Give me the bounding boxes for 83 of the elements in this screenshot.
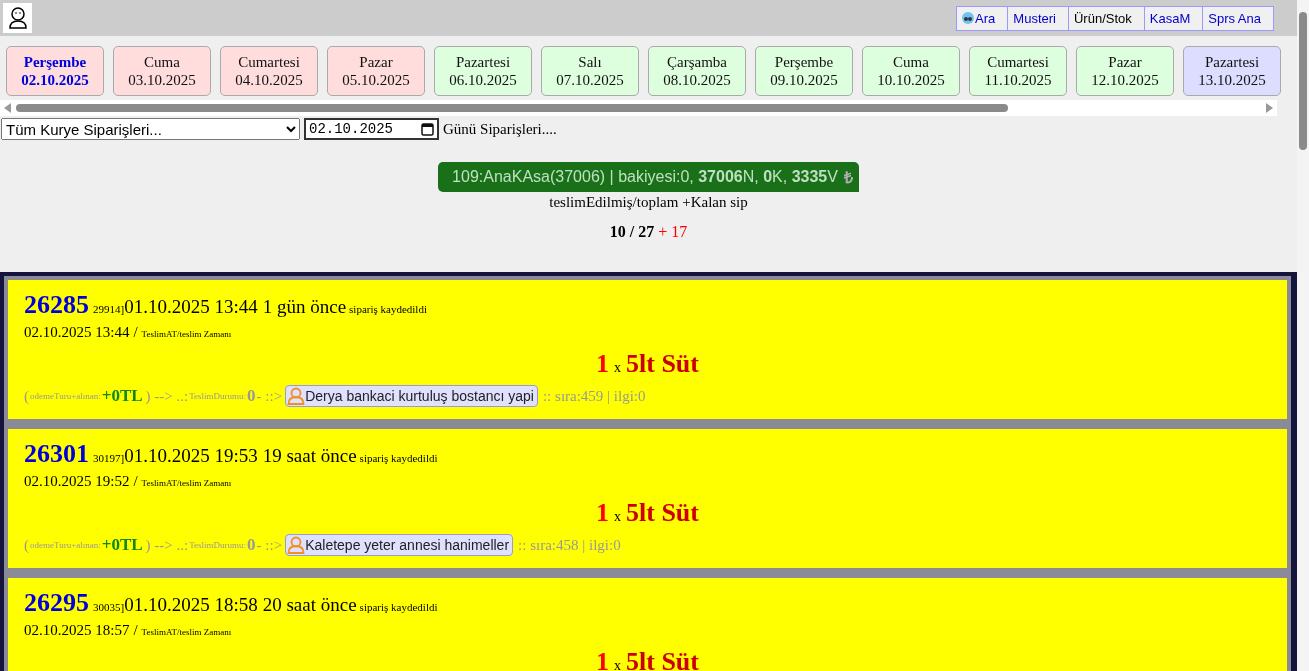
avatar-icon[interactable] bbox=[3, 3, 32, 33]
status-label: TeslimDurumu: bbox=[189, 391, 247, 401]
date-label: Günü Siparişleri.... bbox=[443, 120, 557, 138]
scroll-right-icon[interactable] bbox=[1265, 103, 1273, 113]
times-sign: x bbox=[614, 509, 621, 525]
delivery-separator: / bbox=[133, 473, 138, 490]
order-id[interactable]: 26295 bbox=[24, 588, 89, 618]
user-icon bbox=[287, 387, 306, 405]
day-tab[interactable]: Pazartesi 13.10.2025 bbox=[1183, 46, 1281, 96]
created-time: 01.10.2025 18:58 bbox=[124, 594, 258, 616]
order-note: sipariş kaydedildi bbox=[359, 452, 438, 464]
created-time: 01.10.2025 13:44 bbox=[124, 296, 258, 318]
quantity: 1 bbox=[596, 647, 609, 671]
time-ago: 1 gün önce bbox=[262, 296, 347, 318]
times-sign: x bbox=[614, 360, 621, 376]
delivery-time: 02.10.2025 13:44 bbox=[24, 324, 130, 341]
vertical-scrollbar[interactable] bbox=[1297, 0, 1309, 671]
payment-open: ( bbox=[24, 387, 29, 405]
payment-label: odemeTuru+alınan: bbox=[30, 391, 101, 401]
product-name: 5lt Süt bbox=[626, 647, 699, 671]
delivery-time: 02.10.2025 19:52 bbox=[24, 473, 130, 490]
day-tab[interactable]: Pazartesi 06.10.2025 bbox=[434, 46, 532, 96]
day-tab[interactable]: Cumartesi 11.10.2025 bbox=[969, 46, 1067, 96]
day-tab[interactable]: Perşembe 09.10.2025 bbox=[755, 46, 853, 96]
calendar-icon[interactable] bbox=[421, 122, 434, 136]
order-note: sipariş kaydedildi bbox=[359, 601, 438, 613]
delivery-separator: / bbox=[133, 622, 138, 639]
day-tab[interactable]: Pazar 05.10.2025 bbox=[327, 46, 425, 96]
quantity: 1 bbox=[596, 349, 609, 379]
user-icon bbox=[287, 536, 306, 554]
customer-link[interactable]: Derya bankaci kurtuluş bostancı yapi bbox=[285, 385, 538, 407]
order-ref: 30197] bbox=[93, 452, 125, 464]
times-sign: x bbox=[614, 658, 621, 671]
summary-caption: teslimEdilmiş/toplam +Kalan sip bbox=[549, 194, 748, 211]
day-tab[interactable]: Cumartesi 04.10.2025 bbox=[220, 46, 318, 96]
payment-amount: +0TL bbox=[101, 535, 143, 555]
balance-banner: 109:AnaKAsa(37006) | bakiyesi:0, 37006N, 0K, 3335V ₺ bbox=[438, 162, 859, 192]
order-id[interactable]: 26285 bbox=[24, 290, 89, 320]
nav-link[interactable]: Sprs Ana bbox=[1202, 6, 1273, 30]
scroll-left-icon[interactable] bbox=[4, 103, 12, 113]
product-name: 5lt Süt bbox=[626, 498, 699, 528]
delivery-separator: / bbox=[133, 324, 138, 341]
time-ago: 20 saat önce bbox=[262, 594, 357, 616]
payment-label: odemeTuru+alınan: bbox=[30, 540, 101, 550]
payment-arrow: ) --> ..: bbox=[145, 387, 189, 405]
courier-select[interactable]: Tüm Kurye Siparişleri... bbox=[1, 118, 300, 140]
status-separator: - ::> bbox=[256, 536, 283, 554]
status-separator: - ::> bbox=[256, 387, 283, 405]
horizontal-scrollbar[interactable] bbox=[0, 100, 1277, 116]
nav-link[interactable]: Ara bbox=[957, 6, 1008, 30]
day-tab[interactable]: Cuma 03.10.2025 bbox=[113, 46, 211, 96]
status-label: TeslimDurumu: bbox=[189, 540, 247, 550]
remaining-count: + 17 bbox=[658, 223, 688, 241]
quantity: 1 bbox=[596, 498, 609, 528]
delivery-label: TeslimAT/teslim Zamanı bbox=[141, 478, 232, 488]
delivery-label: TeslimAT/teslim Zamanı bbox=[141, 329, 232, 339]
payment-amount: +0TL bbox=[101, 386, 143, 406]
nav-link[interactable]: KasaM bbox=[1143, 6, 1203, 30]
delivery-status: 0 bbox=[247, 535, 256, 555]
payment-open: ( bbox=[24, 536, 29, 554]
day-tab[interactable]: Perşembe 02.10.2025 bbox=[6, 46, 104, 96]
delivery-label: TeslimAT/teslim Zamanı bbox=[141, 627, 232, 637]
created-time: 01.10.2025 19:53 bbox=[124, 445, 258, 467]
order-id[interactable]: 26301 bbox=[24, 439, 89, 469]
time-ago: 19 saat önce bbox=[262, 445, 357, 467]
delivered-count: 10 / 27 bbox=[609, 223, 655, 241]
order-note: sipariş kaydedildi bbox=[349, 303, 427, 315]
product-name: 5lt Süt bbox=[626, 349, 699, 379]
nav-link[interactable]: Ürün/Stok bbox=[1067, 6, 1144, 30]
day-tab[interactable]: Çarşamba 08.10.2025 bbox=[648, 46, 746, 96]
queue-info: :: sıra:459 | ilgi:0 bbox=[542, 387, 646, 405]
day-tab[interactable]: Salı 07.10.2025 bbox=[541, 46, 639, 96]
day-tab[interactable]: Pazar 12.10.2025 bbox=[1076, 46, 1174, 96]
payment-arrow: ) --> ..: bbox=[145, 536, 189, 554]
order-ref: 29914] bbox=[93, 303, 125, 315]
customer-link[interactable]: Kaletepe yeter annesi hanimeller bbox=[285, 534, 514, 556]
day-tab[interactable]: Cuma 10.10.2025 bbox=[862, 46, 960, 96]
nav-link[interactable]: Musteri bbox=[1007, 6, 1068, 30]
delivery-status: 0 bbox=[247, 386, 256, 406]
date-field[interactable]: 02.10.2025 bbox=[304, 118, 439, 140]
queue-info: :: sıra:458 | ilgi:0 bbox=[518, 536, 621, 554]
delivery-time: 02.10.2025 18:57 bbox=[24, 622, 130, 639]
order-ref: 30035] bbox=[93, 601, 125, 613]
